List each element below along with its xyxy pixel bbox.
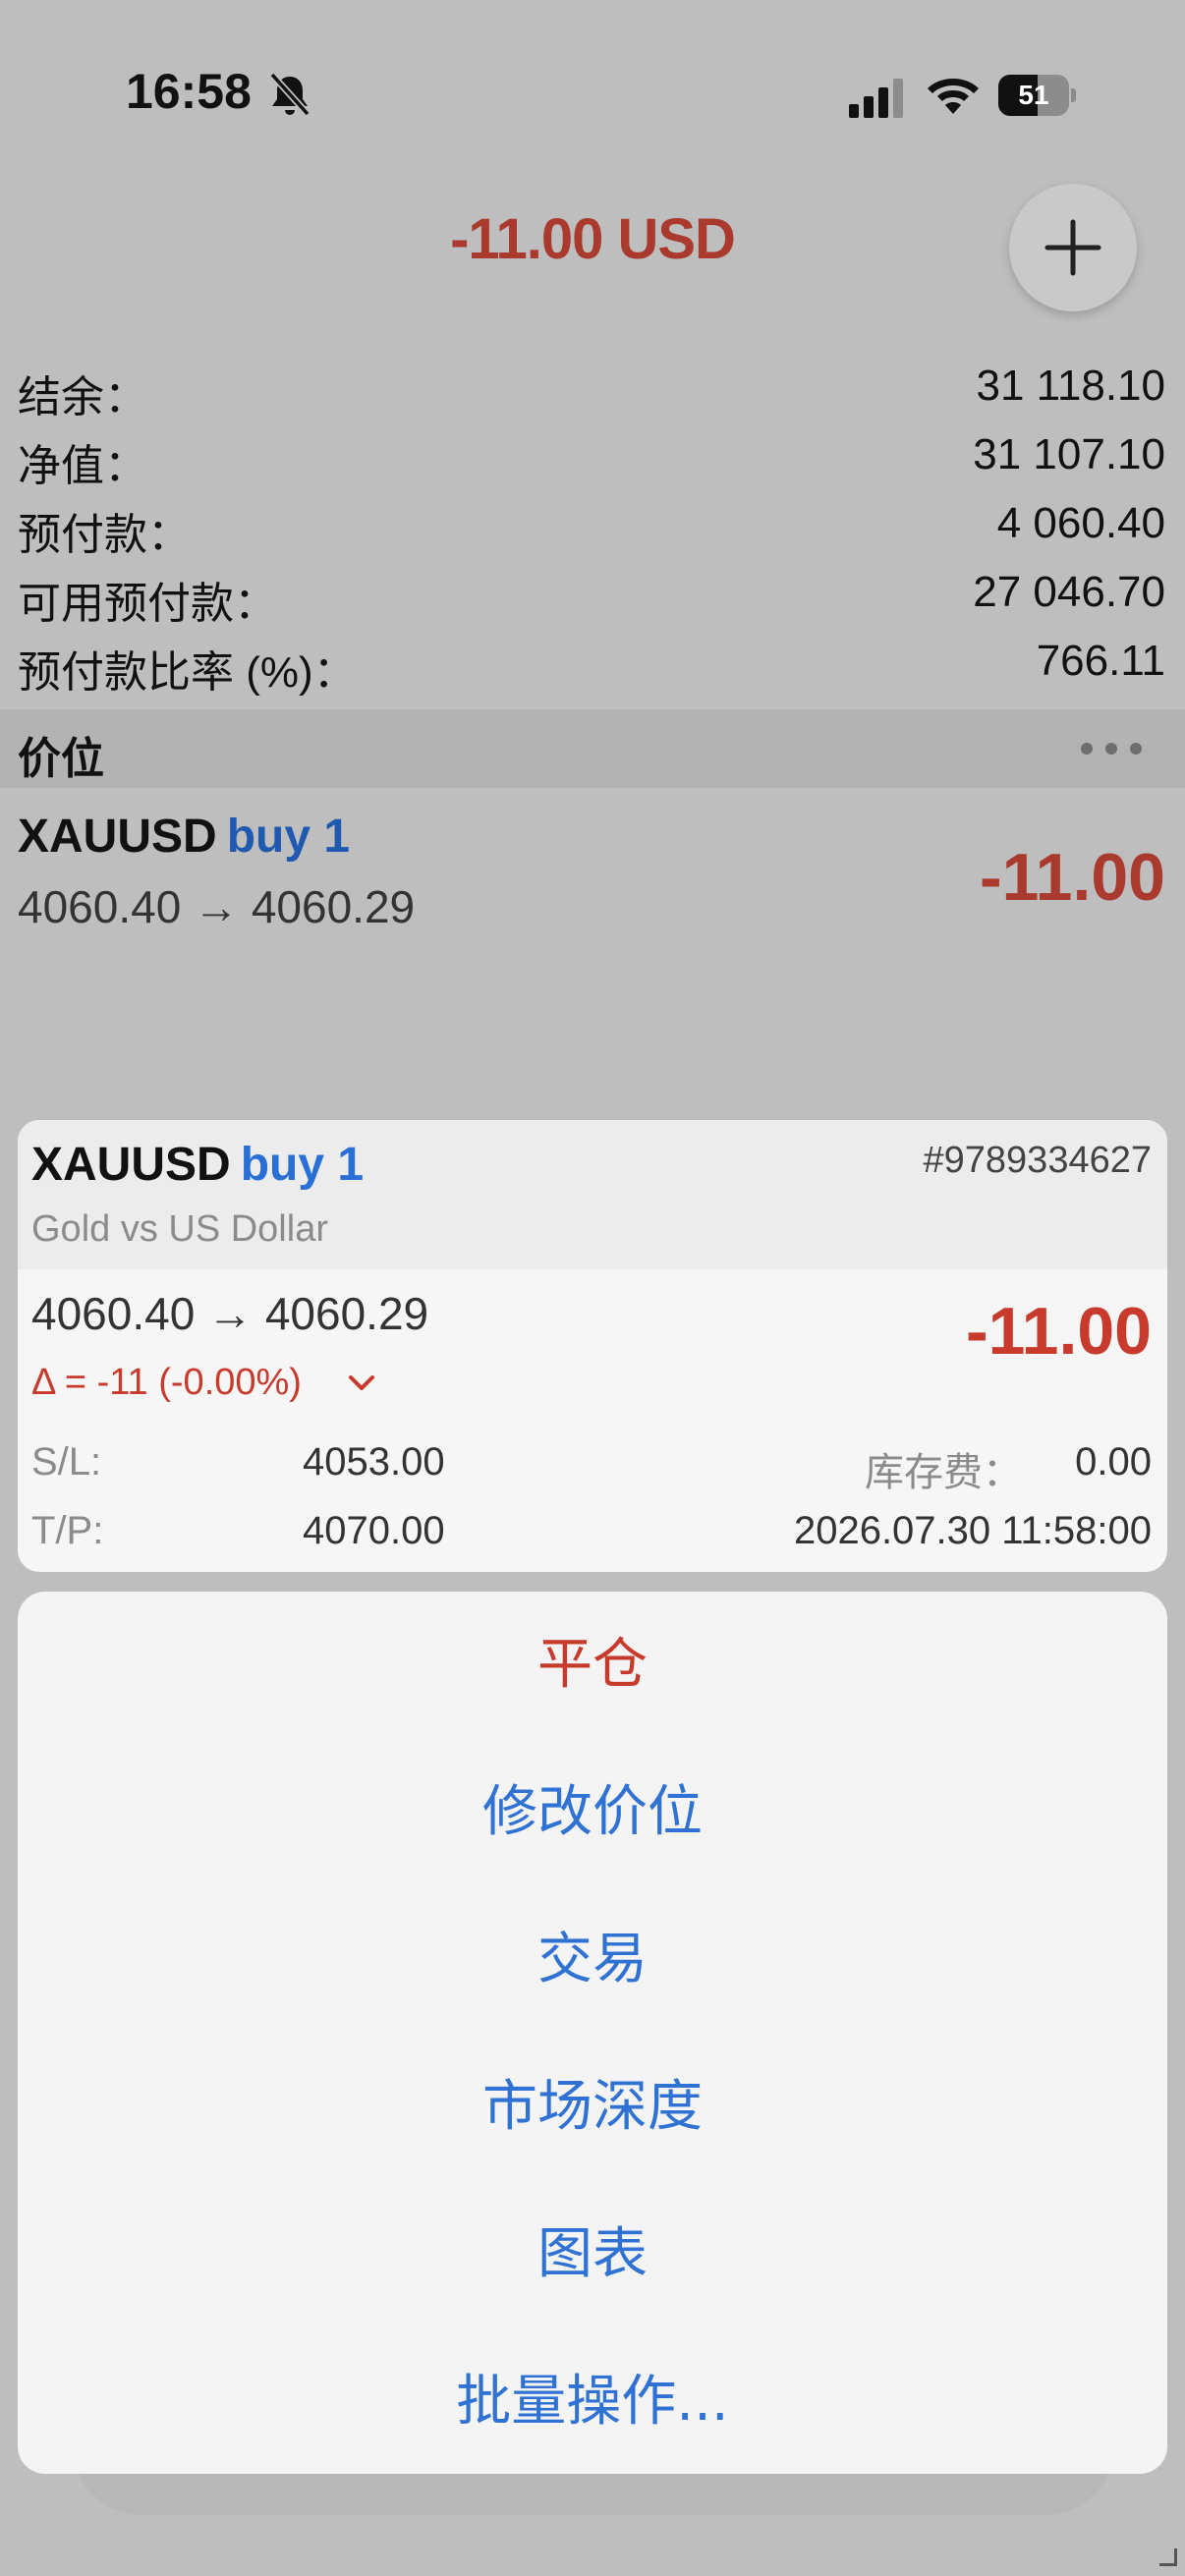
battery-level: 51 <box>1018 80 1049 110</box>
stop-loss-value: 4053.00 <box>303 1440 445 1484</box>
plus-icon <box>1044 219 1101 276</box>
summary-label: 预付款： <box>18 511 191 559</box>
open-time: 2026.07.30 11:58:00 <box>793 1509 1152 1552</box>
detail-side: buy 1 <box>240 1139 365 1191</box>
battery-icon: 51 <box>998 75 1076 116</box>
add-order-button[interactable] <box>1009 184 1137 311</box>
summary-row-margin: 预付款： 4 060.40 <box>0 491 1185 560</box>
wifi-icon <box>928 79 979 114</box>
symbol-description: Gold vs US Dollar <box>31 1208 328 1250</box>
summary-value: 31 118.10 <box>976 362 1165 410</box>
summary-label: 结余： <box>18 373 147 421</box>
market-depth-button[interactable]: 市场深度 <box>18 2034 1167 2181</box>
account-summary: 结余： 31 118.10 净值： 31 107.10 预付款： 4 060.4… <box>0 354 1185 698</box>
swap-value: 0.00 <box>1075 1440 1152 1484</box>
position-detail-card: XAUUSD buy 1 #9789334627 Gold vs US Dolla… <box>18 1120 1167 1572</box>
trade-button[interactable]: 交易 <box>18 1886 1167 2034</box>
summary-value: 4 060.40 <box>996 499 1165 547</box>
modify-position-button[interactable]: 修改价位 <box>18 1739 1167 1886</box>
summary-row-equity: 净值： 31 107.10 <box>0 422 1185 491</box>
swap-label: 库存费： <box>865 1451 1022 1494</box>
summary-row-free-margin: 可用预付款： 27 046.70 <box>0 560 1185 629</box>
summary-label: 预付款比率 (%)： <box>18 648 357 697</box>
positions-section-header: 价位 <box>0 709 1185 788</box>
section-title: 价位 <box>18 735 104 783</box>
summary-value: 27 046.70 <box>973 568 1165 616</box>
symbol-name: XAUUSD <box>18 811 217 863</box>
corner-mark <box>1159 2548 1177 2566</box>
price-delta: Δ = -11 (-0.00%) <box>31 1362 302 1403</box>
take-profit-value: 4070.00 <box>303 1509 445 1552</box>
chart-button[interactable]: 图表 <box>18 2181 1167 2328</box>
summary-label: 净值： <box>18 442 147 490</box>
summary-row-balance: 结余： 31 118.10 <box>0 354 1185 422</box>
bulk-operations-button[interactable]: 批量操作... <box>18 2328 1167 2474</box>
status-time: 16:58 <box>126 64 252 119</box>
cellular-signal-icon <box>849 79 903 118</box>
position-row[interactable]: XAUUSD buy 1 4060.40 → 4060.29 -11.00 <box>0 796 1185 953</box>
summary-value: 31 107.10 <box>973 430 1165 478</box>
summary-label: 可用预付款： <box>18 580 277 628</box>
action-sheet: 平仓 修改价位 交易 市场深度 图表 批量操作... <box>18 1592 1167 2474</box>
close-position-button[interactable]: 平仓 <box>18 1592 1167 1739</box>
detail-profit: -11.00 <box>965 1294 1152 1369</box>
total-profit: -11.00 USD <box>450 207 736 271</box>
ellipsis-icon[interactable] <box>1077 739 1146 758</box>
detail-symbol: XAUUSD buy 1 <box>31 1138 364 1192</box>
detail-symbol-name: XAUUSD <box>31 1139 231 1191</box>
stop-loss-label: S/L: <box>31 1440 102 1484</box>
position-side: buy 1 <box>226 811 351 863</box>
summary-value: 766.11 <box>1036 637 1165 685</box>
detail-header: XAUUSD buy 1 #9789334627 Gold vs US Dolla… <box>18 1120 1167 1269</box>
position-prices: 4060.40 → 4060.29 <box>18 881 416 932</box>
summary-row-margin-level: 预付款比率 (%)： 766.11 <box>0 629 1185 698</box>
detail-prices: 4060.40 → 4060.29 <box>31 1288 429 1339</box>
bell-slash-icon <box>269 72 310 117</box>
status-bar: 16:58 51 <box>0 0 1185 187</box>
chevron-down-icon[interactable] <box>348 1373 375 1393</box>
position-profit: -11.00 <box>979 840 1165 915</box>
take-profit-label: T/P: <box>31 1509 104 1552</box>
position-symbol: XAUUSD buy 1 <box>18 810 350 864</box>
ticket-number: #9789334627 <box>923 1140 1152 1181</box>
